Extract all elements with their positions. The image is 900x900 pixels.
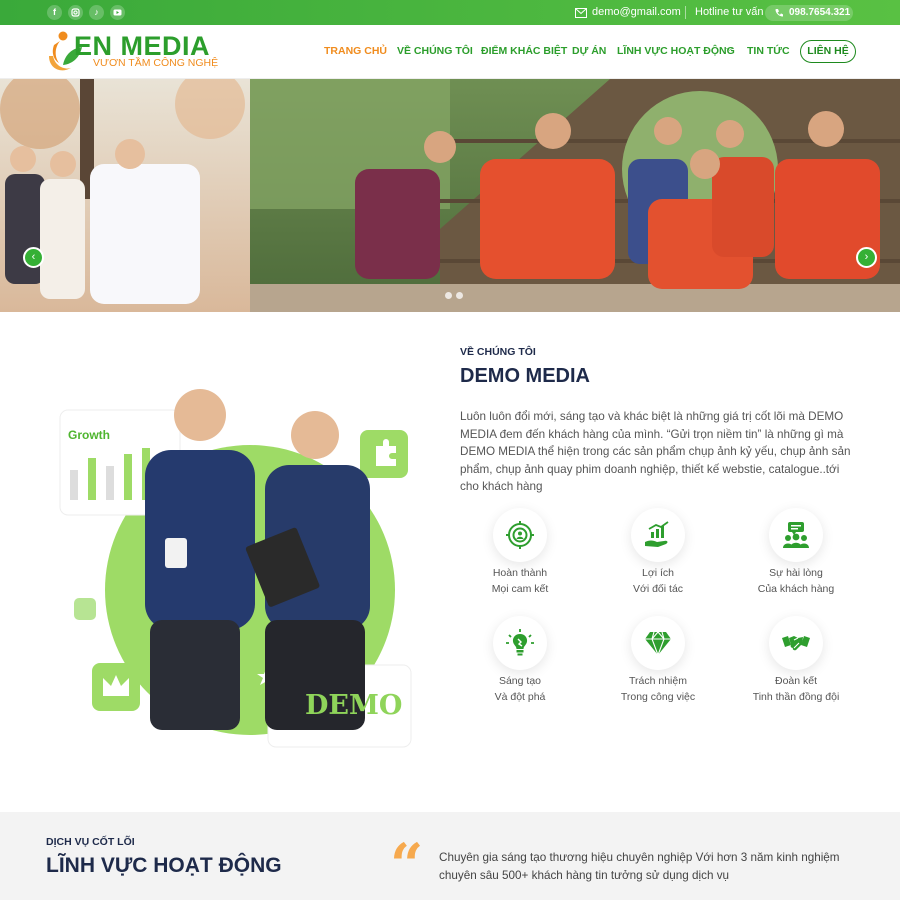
topbar-email[interactable]: demo@gmail.com bbox=[592, 6, 681, 18]
chevron-down-icon[interactable]: ﹀ bbox=[726, 47, 733, 57]
nav-about[interactable]: VỀ CHÚNG TÔI bbox=[397, 45, 473, 57]
demo-label: DEMO bbox=[305, 690, 403, 721]
facebook-icon[interactable]: f bbox=[47, 5, 62, 20]
diamond-icon bbox=[631, 616, 685, 670]
target-icon bbox=[493, 508, 547, 562]
instagram-icon[interactable] bbox=[68, 5, 83, 20]
logo-tagline: VƯƠN TẦM CÔNG NGHỆ bbox=[93, 57, 219, 69]
feature-label: Đoàn kết Tinh thần đồng đội bbox=[752, 675, 840, 703]
services-quote: Chuyên gia sáng tạo thương hiệu chuyên n… bbox=[439, 851, 840, 882]
handshake-icon bbox=[769, 616, 823, 670]
slider-next-button[interactable]: › bbox=[856, 247, 877, 268]
nav-difference[interactable]: ĐIỂM KHÁC BIỆT bbox=[481, 45, 567, 57]
about-description: Luôn luôn đổi mới, sáng tạo và khác biệt… bbox=[460, 410, 851, 494]
feature-label: Trách nhiệm Trong công việc bbox=[620, 675, 696, 703]
hero-image bbox=[0, 79, 900, 312]
slider-dot[interactable] bbox=[445, 292, 452, 299]
topbar-divider bbox=[685, 6, 686, 19]
youtube-icon[interactable] bbox=[110, 5, 125, 20]
quote-icon: “ bbox=[390, 831, 424, 899]
services-tag: DỊCH VỤ CỐT LÕI bbox=[46, 836, 135, 848]
feature-label: Lợi ích Với đối tác bbox=[632, 567, 684, 595]
phone-button[interactable]: 098.7654.321 bbox=[765, 5, 853, 21]
slider-dot[interactable] bbox=[456, 292, 463, 299]
nav-home[interactable]: TRANG CHỦ bbox=[324, 45, 387, 57]
feature-label: Hoàn thành Mọi cam kết bbox=[491, 567, 549, 595]
hotline-label: Hotline tư vấn bbox=[695, 6, 764, 18]
lightbulb-icon bbox=[493, 616, 547, 670]
growth-label: Growth bbox=[68, 428, 110, 442]
phone-number: 098.7654.321 bbox=[789, 7, 851, 18]
feature-label: Sự hài lòng Của khách hàng bbox=[757, 567, 835, 595]
about-tag: VỀ CHÚNG TÔI bbox=[460, 346, 536, 358]
hero-slider[interactable] bbox=[0, 79, 900, 312]
phone-icon bbox=[775, 9, 783, 17]
nav-fields[interactable]: LĨNH VỰC HOẠT ĐỘNG bbox=[617, 45, 735, 57]
growth-hand-icon bbox=[631, 508, 685, 562]
services-title: LĨNH VỰC HOẠT ĐỘNG bbox=[46, 854, 282, 877]
slider-prev-button[interactable]: ‹ bbox=[23, 247, 44, 268]
feature-label: Sáng tạo Và đột phá bbox=[494, 675, 546, 703]
mail-icon bbox=[575, 8, 587, 18]
tiktok-icon[interactable]: ♪ bbox=[89, 5, 104, 20]
nav-news[interactable]: TIN TỨC bbox=[747, 45, 790, 57]
contact-button[interactable]: LIÊN HỆ bbox=[800, 40, 856, 63]
customers-icon bbox=[769, 508, 823, 562]
about-title: DEMO MEDIA bbox=[460, 365, 590, 387]
nav-projects[interactable]: DỰ ÁN bbox=[572, 45, 606, 57]
